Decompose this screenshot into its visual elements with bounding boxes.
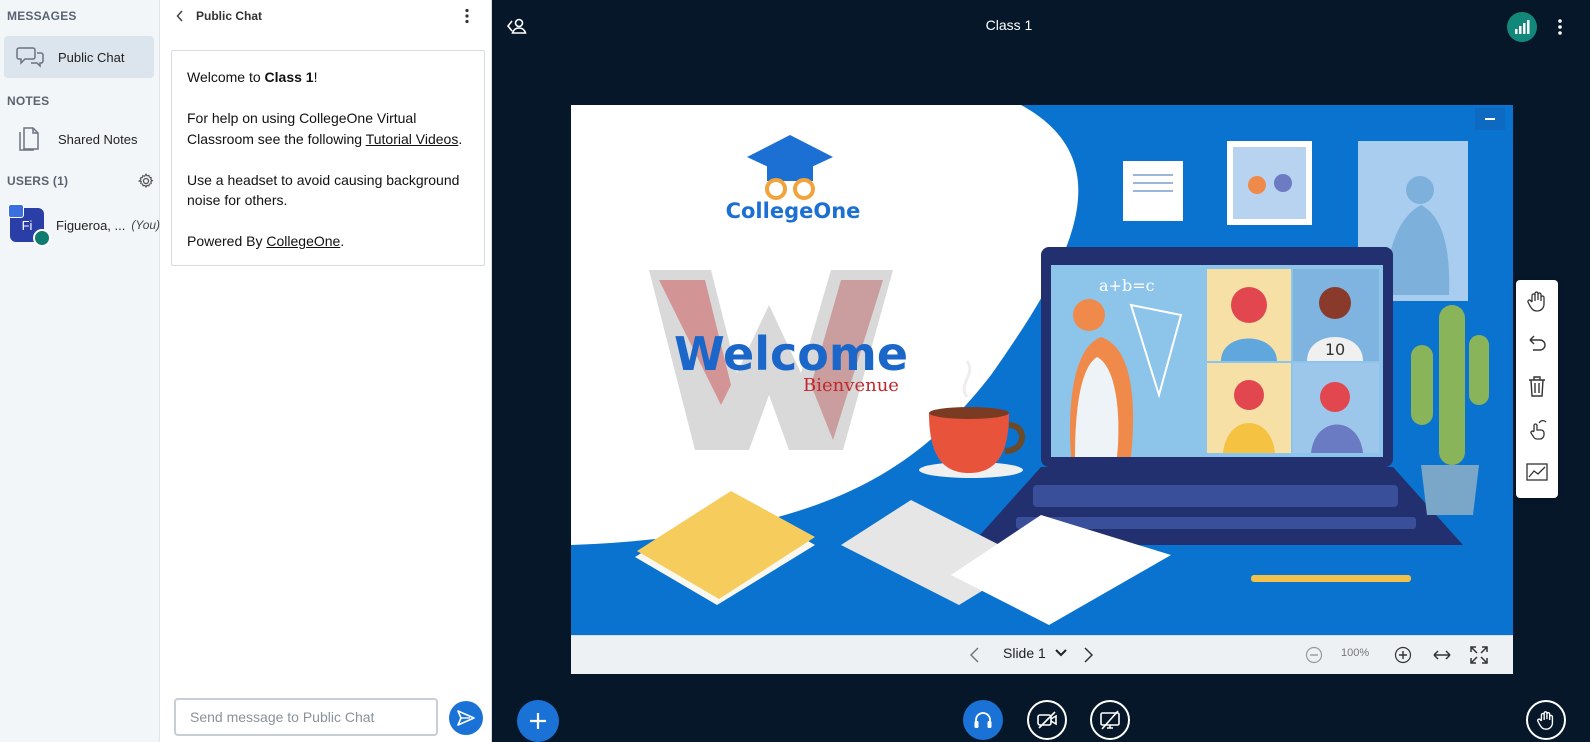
hand-icon [1537, 711, 1554, 730]
chat-bubbles-icon [16, 47, 44, 68]
chevron-left-icon [176, 10, 183, 22]
raise-hand-button[interactable] [1526, 700, 1566, 740]
chat-title: Public Chat [196, 9, 263, 23]
headset-tip: Use a headset to avoid causing backgroun… [187, 171, 460, 209]
avatar-initials: Fi [21, 217, 33, 233]
document-icon [19, 127, 39, 151]
user-name: Figueroa, ... [56, 217, 126, 233]
hand-pan-icon [1527, 291, 1545, 312]
slide-math-text: a+b=c [1099, 276, 1155, 295]
connection-status-button[interactable] [1507, 12, 1537, 42]
slide-shirt-number: 10 [1325, 340, 1345, 359]
multi-user-draw-button[interactable] [1524, 416, 1550, 442]
zoom-in-icon[interactable] [1394, 646, 1412, 664]
slide-logo-text: CollegeOne [726, 199, 861, 223]
send-icon [457, 710, 475, 726]
chevron-right-icon[interactable] [1079, 646, 1097, 664]
help-line: For help on using CollegeOne Virtual Cla… [187, 110, 463, 147]
messages-section-title: MESSAGES [7, 9, 77, 23]
gear-icon[interactable] [138, 173, 154, 189]
user-list-item[interactable]: Fi Figueroa, ... (You) [8, 204, 161, 247]
action-bar [492, 695, 1590, 742]
meeting-title: Class 1 [985, 17, 1033, 33]
audio-button[interactable] [963, 700, 1003, 740]
sidebar-item-label: Shared Notes [58, 131, 138, 147]
avatar: Fi [8, 204, 51, 247]
video-off-icon [1037, 711, 1057, 729]
headset-status-icon [33, 229, 51, 247]
multi-user-pointer-icon [1530, 419, 1547, 440]
chevron-down-icon [1055, 649, 1067, 657]
undo-icon [1529, 335, 1546, 351]
tutorial-videos-link[interactable]: Tutorial Videos [366, 131, 459, 147]
trash-icon [1529, 376, 1545, 397]
minimize-presentation-button[interactable] [1475, 108, 1505, 130]
hand-tool-button[interactable] [1524, 288, 1550, 314]
share-screen-button[interactable] [1090, 700, 1130, 740]
send-message-button[interactable] [449, 701, 483, 735]
presenter-icon [8, 204, 24, 218]
fit-to-width-icon[interactable] [1432, 646, 1452, 664]
chevron-left-icon[interactable] [966, 646, 984, 664]
presentation-slide[interactable]: CollegeOne Welcome Bienvenue 10 a+b=c [571, 105, 1513, 635]
minus-icon [1485, 118, 1495, 120]
chart-icon [1526, 463, 1548, 481]
slide-illustration: CollegeOne Welcome Bienvenue 10 a+b=c [571, 105, 1513, 635]
toggle-whiteboard-button[interactable] [1524, 459, 1550, 485]
notes-section-title: NOTES [7, 94, 50, 108]
zoom-out-icon[interactable] [1305, 646, 1323, 664]
slide-welcome-text: Welcome [674, 327, 908, 381]
slide-selector[interactable]: Slide 1 [1003, 645, 1067, 661]
slide-selector-label: Slide 1 [1003, 645, 1046, 661]
sidebar-item-label: Public Chat [58, 49, 125, 65]
fullscreen-icon[interactable] [1470, 646, 1488, 664]
powered-by-line: Powered By CollegeOne. [187, 233, 345, 249]
welcome-line: Welcome to Class 1! [187, 69, 318, 85]
collegeone-link[interactable]: CollegeOne [266, 233, 340, 249]
user-list-sidebar: MESSAGES Public Chat NOTES Shared Notes … [0, 0, 160, 742]
chat-header: Public Chat [160, 0, 491, 34]
sidebar-item-public-chat[interactable]: Public Chat [4, 36, 154, 78]
chat-message-input[interactable] [174, 698, 438, 736]
sidebar-item-shared-notes[interactable]: Shared Notes [4, 118, 154, 160]
whiteboard-toolbar [1516, 280, 1558, 498]
screen-share-off-icon [1100, 710, 1120, 730]
slide-bienvenue-text: Bienvenue [803, 375, 899, 396]
chat-panel: Public Chat Welcome to Class 1! For help… [160, 0, 492, 742]
more-options-icon[interactable] [463, 8, 471, 24]
actions-menu-button[interactable] [517, 700, 559, 742]
close-chat-button[interactable]: Public Chat [176, 9, 262, 23]
clear-all-button[interactable] [1524, 373, 1550, 399]
presentation-area: Class 1 CollegeOne Welcome Bienvenue 10 … [492, 0, 1590, 742]
presentation-toolbar: Slide 1 100% [571, 635, 1513, 674]
plus-icon [530, 713, 546, 729]
zoom-level: 100% [1341, 647, 1370, 659]
you-label: (You) [131, 218, 161, 232]
headset-icon [974, 712, 992, 728]
undo-button[interactable] [1524, 330, 1550, 356]
more-options-icon[interactable] [1556, 18, 1564, 36]
welcome-message: Welcome to Class 1! For help on using Co… [171, 50, 485, 266]
share-webcam-button[interactable] [1027, 700, 1067, 740]
signal-bars-icon [1515, 20, 1530, 34]
users-section-title: USERS (1) [7, 174, 69, 188]
